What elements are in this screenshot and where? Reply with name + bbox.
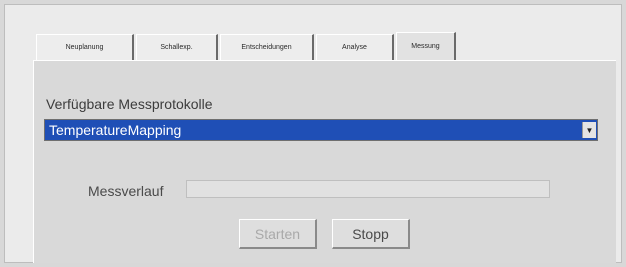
- tab-entscheidungen[interactable]: Entscheidungen: [220, 34, 314, 60]
- tab-schallexp[interactable]: Schallexp.: [136, 34, 218, 60]
- messung-panel: [33, 60, 616, 263]
- stop-button[interactable]: Stopp: [332, 219, 410, 249]
- tab-label: Analyse: [342, 44, 367, 51]
- tab-analyse[interactable]: Analyse: [316, 34, 394, 60]
- tab-label: Messung: [411, 43, 440, 50]
- protocol-select[interactable]: TemperatureMapping ▼: [44, 119, 598, 141]
- stop-button-label: Stopp: [352, 225, 389, 242]
- tab-messung[interactable]: Messung: [396, 32, 456, 60]
- tab-neuplanung[interactable]: Neuplanung: [36, 34, 134, 60]
- measurement-progress-bar: [186, 180, 550, 198]
- progress-label: Messverlauf: [88, 183, 164, 199]
- protocols-label: Verfügbare Messprotokolle: [46, 96, 213, 112]
- tab-label: Neuplanung: [65, 44, 104, 51]
- tab-label: Schallexp.: [160, 44, 193, 51]
- start-button[interactable]: Starten: [239, 219, 317, 249]
- tab-label: Entscheidungen: [241, 44, 292, 51]
- protocol-select-value: TemperatureMapping: [49, 122, 182, 138]
- chevron-down-icon[interactable]: ▼: [582, 122, 596, 138]
- start-button-label: Starten: [254, 225, 301, 242]
